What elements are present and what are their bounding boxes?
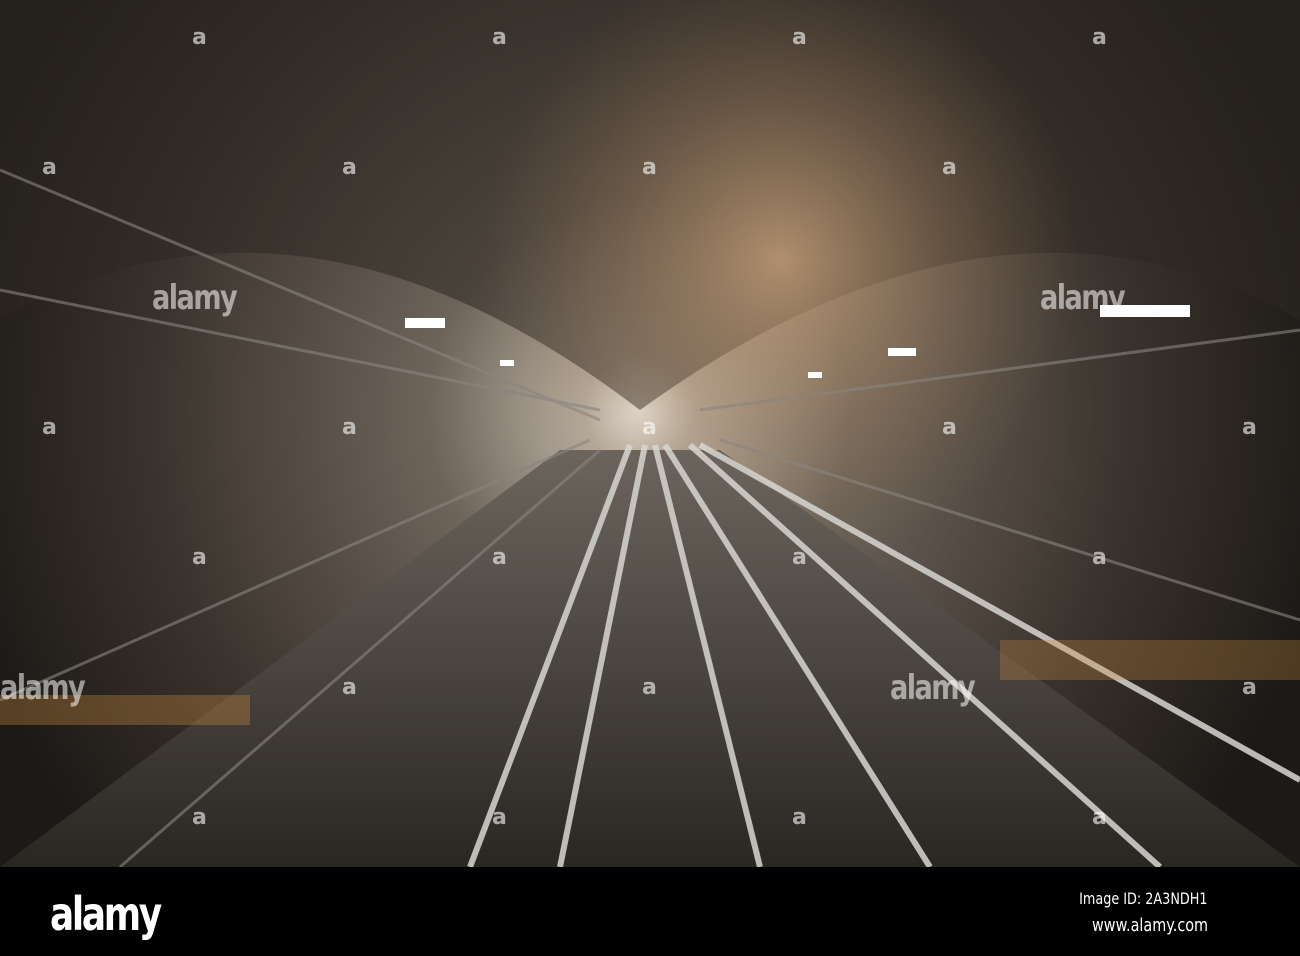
footer-bar: alamy Image ID: 2A3NDH1 www.alamy.com [0,867,1300,956]
watermark-marker: a [342,155,357,180]
watermark-marker: a [1092,545,1107,570]
alamy-logo: alamy [50,887,162,941]
watermark-marker: a [42,155,57,180]
watermark-marker: a [942,415,957,440]
watermark-marker: a [642,155,657,180]
watermark-marker: a [1092,805,1107,830]
watermark-marker: a [942,155,957,180]
watermark-marker: a [492,25,507,50]
watermark: alamy [152,278,238,318]
stock-photo-page: alamy alamy alamy alamy a a a a a a a a … [0,0,1300,956]
image-id: Image ID: 2A3NDH1 [1079,889,1208,908]
watermark-marker: a [192,545,207,570]
watermark-marker: a [792,805,807,830]
watermark-marker: a [1242,675,1257,700]
watermark-marker: a [492,545,507,570]
watermark-marker: a [192,805,207,830]
watermark-marker: a [342,415,357,440]
watermark-marker: a [1242,415,1257,440]
watermark-marker: a [42,415,57,440]
watermark-marker: a [642,675,657,700]
watermark-marker: a [792,545,807,570]
watermark-marker: a [192,25,207,50]
watermark: alamy [1040,278,1126,318]
watermark-marker: a [792,25,807,50]
watermark-marker: a [342,675,357,700]
site-url: www.alamy.com [1091,915,1208,936]
watermark-marker: a [642,415,657,440]
watermark: alamy [0,668,86,708]
watermark-marker: a [492,805,507,830]
watermark-marker: a [1092,25,1107,50]
watermark: alamy [890,668,976,708]
